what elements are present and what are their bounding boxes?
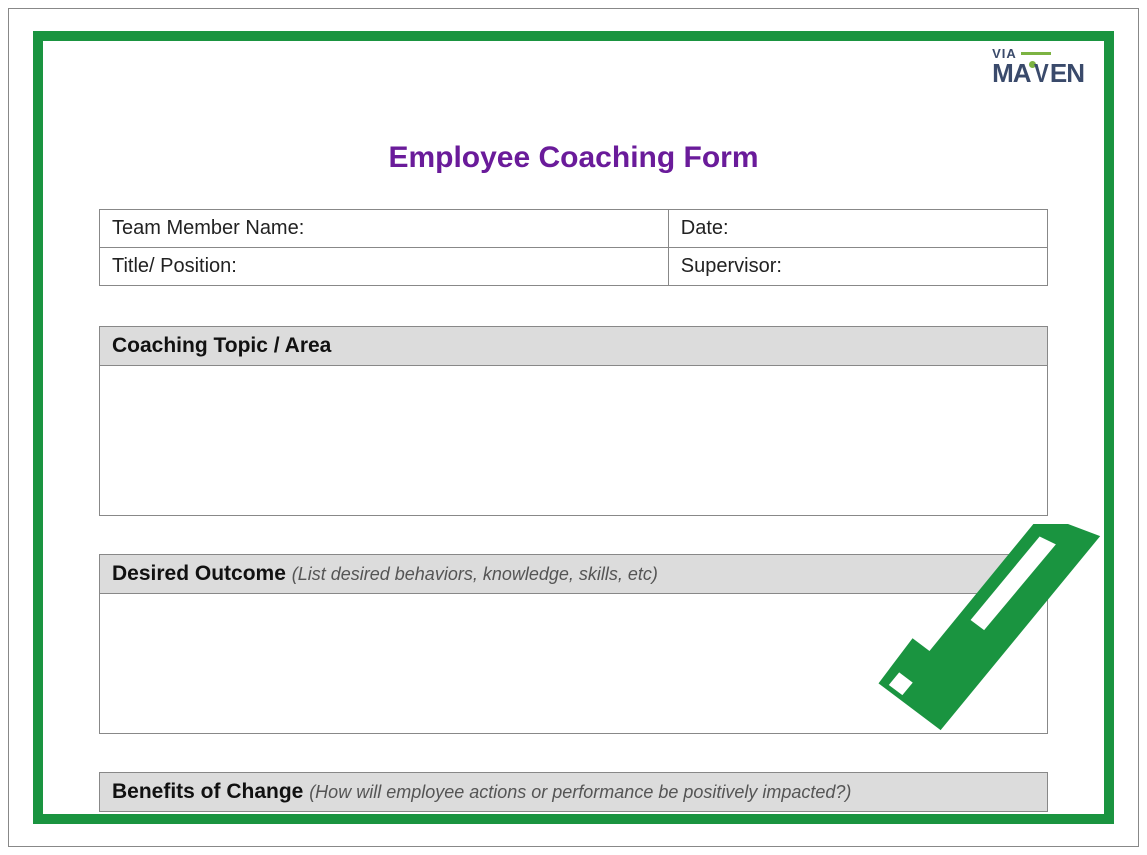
coaching-topic-section: Coaching Topic / Area [99,326,1048,516]
benefits-section: Benefits of Change (How will employee ac… [99,772,1048,812]
benefits-header: Benefits of Change (How will employee ac… [99,772,1048,812]
supervisor-field[interactable]: Supervisor: [668,248,1047,286]
via-maven-logo: VIA MAVEN [992,47,1084,86]
date-field[interactable]: Date: [668,210,1047,248]
desired-outcome-input[interactable] [99,594,1048,734]
benefits-label: Benefits of Change [112,780,309,803]
table-row: Team Member Name: Date: [100,210,1048,248]
form-title: Employee Coaching Form [99,141,1048,175]
logo-line-icon [1021,52,1051,55]
logo-en-text: EN [1050,58,1084,88]
coaching-topic-input[interactable] [99,366,1048,516]
outer-frame: VIA MAVEN Employee Coaching Form Team Me… [8,8,1139,847]
form-content: Employee Coaching Form Team Member Name:… [43,41,1104,812]
desired-outcome-header: Desired Outcome (List desired behaviors,… [99,554,1048,594]
title-position-field[interactable]: Title/ Position: [100,248,669,286]
document-frame: VIA MAVEN Employee Coaching Form Team Me… [33,31,1114,824]
coaching-topic-header: Coaching Topic / Area [99,326,1048,366]
team-member-name-field[interactable]: Team Member Name: [100,210,669,248]
coaching-topic-label: Coaching Topic / Area [112,334,331,357]
desired-outcome-subtext: (List desired behaviors, knowledge, skil… [292,564,658,584]
desired-outcome-section: Desired Outcome (List desired behaviors,… [99,554,1048,734]
logo-ma-text: MA [992,58,1030,88]
desired-outcome-label: Desired Outcome [112,562,292,585]
info-table: Team Member Name: Date: Title/ Position:… [99,209,1048,286]
benefits-subtext: (How will employee actions or performanc… [309,782,851,802]
table-row: Title/ Position: Supervisor: [100,248,1048,286]
